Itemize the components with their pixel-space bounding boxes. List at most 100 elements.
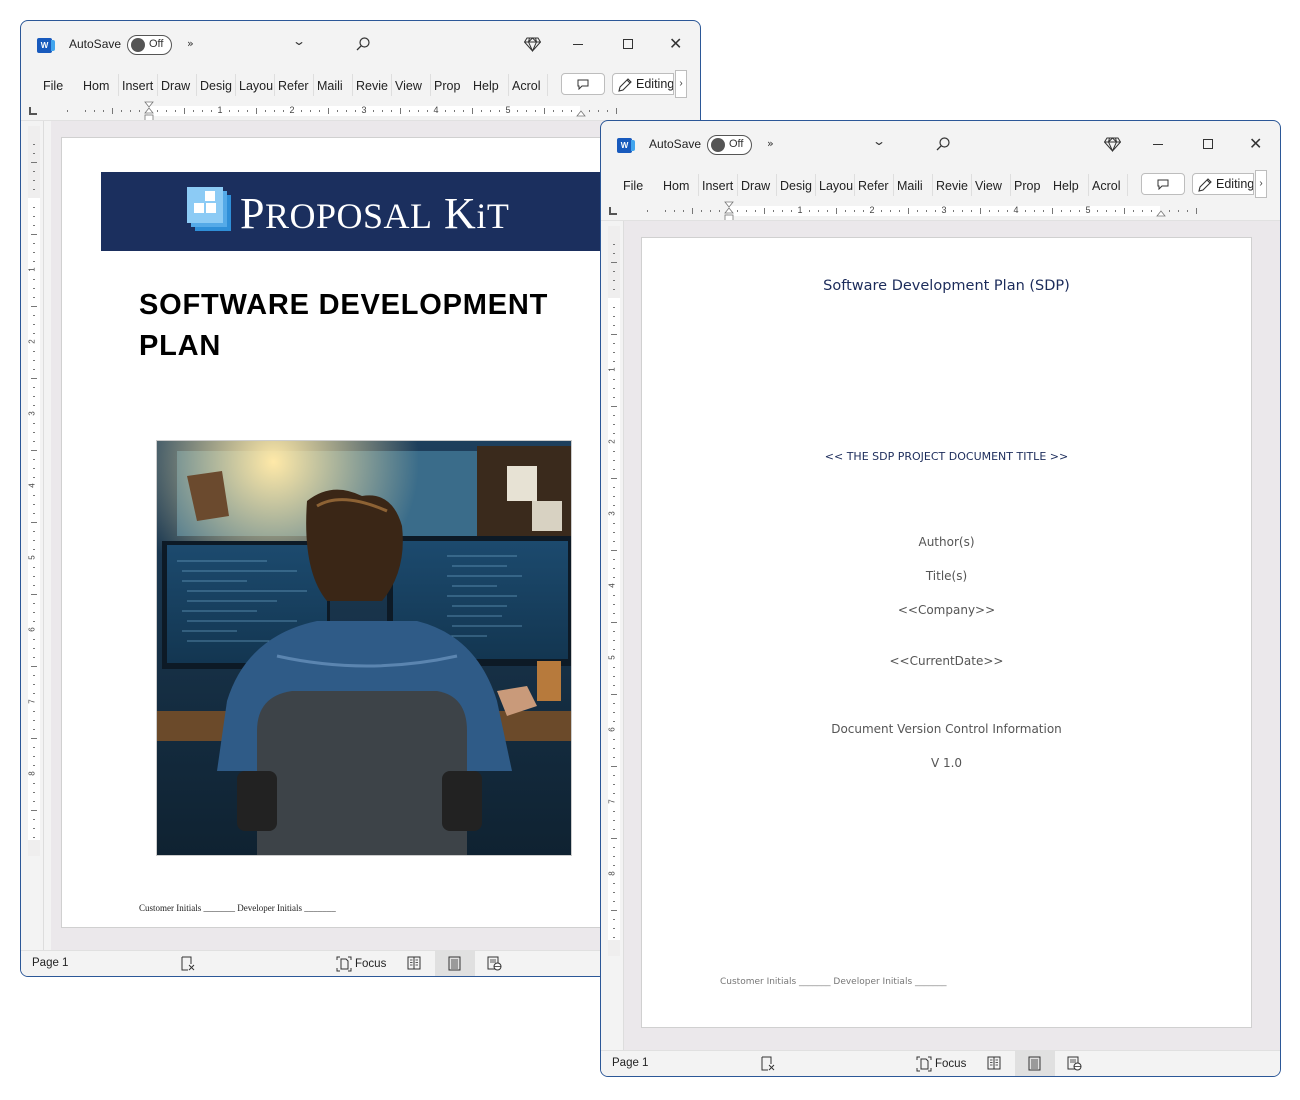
close-icon[interactable]: ✕ — [1249, 136, 1262, 152]
editing-mode-button[interactable]: Editing — [612, 73, 674, 95]
chevron-down-icon[interactable]: ⌄ — [292, 34, 306, 48]
ruler-tick — [613, 739, 615, 740]
print-layout-button[interactable] — [435, 951, 475, 976]
ruler-tick — [613, 577, 615, 578]
read-mode-icon[interactable] — [987, 1056, 1001, 1070]
premium-diamond-icon[interactable] — [524, 36, 541, 52]
focus-mode-button[interactable]: Focus — [916, 1055, 966, 1073]
ruler-tick — [229, 110, 230, 112]
ruler-number: 4 — [1013, 205, 1019, 215]
tab-view[interactable]: View — [395, 77, 429, 95]
search-icon[interactable] — [935, 136, 951, 152]
project-document-title: << THE SDP PROJECT DOCUMENT TITLE >> — [824, 450, 1069, 463]
minimize-icon[interactable] — [1153, 144, 1163, 145]
ruler-number: 4 — [27, 483, 37, 488]
right-indent-marker[interactable] — [576, 109, 586, 117]
document-page[interactable]: Software Development Plan (SDP) << THE S… — [641, 237, 1252, 1028]
ruler-tick — [613, 361, 615, 362]
accessibility-check-icon[interactable] — [761, 1056, 775, 1071]
tab-help[interactable]: Help — [1053, 177, 1087, 195]
premium-diamond-icon[interactable] — [1104, 136, 1121, 152]
vertical-ruler[interactable]: 1 2 3 4 5 6 7 8 — [608, 226, 620, 956]
print-layout-button[interactable] — [1015, 1051, 1055, 1076]
ruler-tick — [613, 811, 615, 812]
ruler-tick — [33, 261, 35, 262]
ruler-tick — [33, 297, 35, 298]
right-indent-marker[interactable] — [1156, 209, 1166, 217]
comments-button[interactable] — [561, 73, 605, 95]
toggle-knob — [131, 38, 145, 52]
tab-properties[interactable]: Prop — [434, 77, 466, 95]
ruler-tick — [607, 110, 608, 112]
ribbon-expand-arrow[interactable]: › — [675, 70, 687, 98]
ruler-tick — [613, 559, 615, 560]
tab-view[interactable]: View — [975, 177, 1009, 195]
tab-file[interactable]: File — [43, 77, 67, 95]
tab-draw[interactable]: Draw — [161, 77, 195, 95]
ruler-tick — [613, 460, 615, 461]
ruler-tick — [33, 513, 35, 514]
page-indicator[interactable]: Page 1 — [32, 957, 68, 969]
comments-button[interactable] — [1141, 173, 1185, 195]
tab-mailings[interactable]: Maili — [317, 77, 351, 95]
ruler-tick — [355, 110, 356, 112]
ruler-tick — [665, 210, 666, 212]
ruler-tick — [33, 783, 35, 784]
vertical-ruler[interactable]: 1 2 3 4 5 6 7 8 — [28, 126, 40, 856]
document-canvas[interactable]: Software Development Plan (SDP) << THE S… — [624, 221, 1280, 1050]
tab-review[interactable]: Revie — [356, 77, 390, 95]
tab-design[interactable]: Desig — [200, 77, 234, 95]
tab-help[interactable]: Help — [473, 77, 507, 95]
tab-insert[interactable]: Insert — [122, 77, 156, 95]
focus-icon — [916, 1056, 932, 1072]
document-page[interactable]: PROPOSAL KiT SOFTWARE DEVELOPMENT PLAN C… — [61, 137, 671, 928]
ruler-tick — [472, 108, 473, 114]
tab-selector-icon[interactable] — [609, 207, 617, 215]
ruler-tick — [517, 110, 518, 112]
tab-layout[interactable]: Layou — [819, 177, 853, 195]
tab-home[interactable]: Hom — [663, 177, 697, 195]
ruler-tick — [33, 171, 35, 172]
tab-mailings[interactable]: Maili — [897, 177, 931, 195]
more-commands-icon[interactable]: » — [767, 137, 774, 150]
tab-review[interactable]: Revie — [936, 177, 970, 195]
web-layout-icon[interactable] — [1067, 1056, 1082, 1071]
page-indicator[interactable]: Page 1 — [612, 1057, 648, 1069]
chevron-down-icon[interactable]: ⌄ — [872, 134, 886, 148]
maximize-icon[interactable] — [1203, 139, 1213, 149]
tab-references[interactable]: Refer — [278, 77, 312, 95]
tab-home[interactable]: Hom — [83, 77, 117, 95]
tab-acrobat[interactable]: Acrol — [1092, 177, 1124, 195]
ruler-tick — [613, 775, 615, 776]
ruler-tick — [33, 333, 35, 334]
editing-mode-button[interactable]: Editing — [1192, 173, 1254, 195]
ruler-tick — [33, 576, 35, 577]
tab-draw[interactable]: Draw — [741, 177, 775, 195]
tab-layout[interactable]: Layou — [239, 77, 273, 95]
tab-selector-icon[interactable] — [29, 107, 37, 115]
autosave-toggle[interactable]: Off — [707, 135, 752, 155]
ribbon-tabs: File Hom Insert Draw Desig Layou Refer M… — [601, 170, 1280, 199]
close-icon[interactable]: ✕ — [669, 36, 682, 52]
autosave-toggle[interactable]: Off — [127, 35, 172, 55]
focus-mode-button[interactable]: Focus — [336, 955, 386, 973]
read-mode-icon[interactable] — [407, 956, 421, 970]
maximize-icon[interactable] — [623, 39, 633, 49]
minimize-icon[interactable] — [573, 44, 583, 45]
search-icon[interactable] — [355, 36, 371, 52]
ribbon-expand-arrow[interactable]: › — [1255, 170, 1267, 198]
more-commands-icon[interactable]: » — [187, 37, 194, 50]
tab-design[interactable]: Desig — [780, 177, 814, 195]
ruler-tick — [400, 108, 401, 114]
tab-acrobat[interactable]: Acrol — [512, 77, 544, 95]
ruler-tick — [1115, 210, 1116, 212]
tab-references[interactable]: Refer — [858, 177, 892, 195]
tab-properties[interactable]: Prop — [1014, 177, 1046, 195]
print-layout-icon — [448, 956, 461, 971]
ruler-tick — [611, 622, 617, 623]
web-layout-icon[interactable] — [487, 956, 502, 971]
tab-file[interactable]: File — [623, 177, 647, 195]
company-field: <<Company>> — [897, 603, 996, 617]
accessibility-check-icon[interactable] — [181, 956, 195, 971]
tab-insert[interactable]: Insert — [702, 177, 736, 195]
